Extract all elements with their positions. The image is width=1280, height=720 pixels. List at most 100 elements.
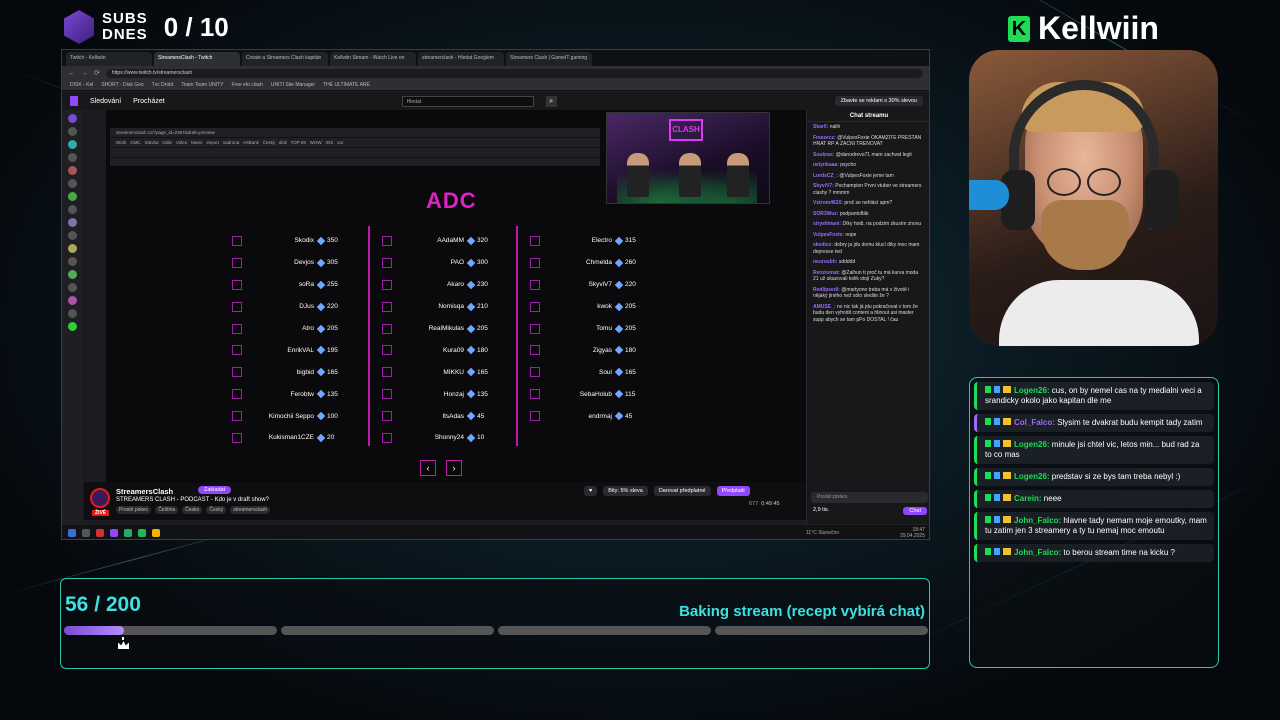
player-pick[interactable]: PAO 300 xyxy=(382,252,510,274)
browser-tab[interactable]: Streamers Clash | GameIT gaming xyxy=(506,52,592,66)
search-input[interactable]: Hledat xyxy=(401,95,534,107)
browser-tab[interactable]: streamerclash - Hledat Googlem xyxy=(418,52,504,66)
chat-send-button[interactable]: Chat xyxy=(903,507,927,515)
search-icon[interactable]: ⌕ xyxy=(545,95,557,107)
channel-avatar[interactable] xyxy=(67,179,77,188)
channel-avatar[interactable] xyxy=(67,231,77,240)
reload-icon[interactable]: ⟳ xyxy=(94,69,100,77)
player-pick[interactable]: Akaro 230 xyxy=(382,274,510,296)
bookmark[interactable]: DISK - Kel xyxy=(70,82,93,88)
player-pick[interactable]: Honzaj 135 xyxy=(382,383,510,405)
player-pick[interactable]: Shonny24 10 xyxy=(382,427,510,449)
tag[interactable]: Český xyxy=(206,506,227,514)
forward-icon[interactable]: → xyxy=(81,70,88,77)
channel-avatar[interactable] xyxy=(67,270,77,279)
bookmark[interactable]: THE ULTIMATE ARE xyxy=(323,82,370,88)
player-pick[interactable]: RealMikulas 205 xyxy=(382,318,510,340)
channel-avatar[interactable] xyxy=(90,488,110,508)
player-pick[interactable]: Electro 315 xyxy=(530,230,658,252)
player-pick[interactable]: AAdaMM 320 xyxy=(382,230,510,252)
chat-username[interactable]: LordsCZ_: xyxy=(813,173,838,179)
spotify-icon[interactable] xyxy=(138,529,146,537)
player-pick[interactable]: Chmelda 260 xyxy=(530,252,658,274)
twitch-app-icon[interactable] xyxy=(110,529,118,537)
player-pick[interactable]: Soul 165 xyxy=(530,361,658,383)
channel-avatar[interactable] xyxy=(67,205,77,214)
app-icon[interactable] xyxy=(124,529,132,537)
follow-button[interactable]: Zakladat xyxy=(198,486,232,494)
chat-username[interactable]: Redlipsedi: xyxy=(813,287,840,293)
browser-tab[interactable]: Create a Streamers Clash kapitán xyxy=(242,52,328,66)
clock[interactable]: 18:47 29.04.2025 xyxy=(900,527,925,539)
player-pick[interactable]: MIKKU 165 xyxy=(382,361,510,383)
browser-tab-active[interactable]: StreamersClash - Twitch xyxy=(154,52,240,66)
player-pick[interactable]: Nomisqa 210 xyxy=(382,296,510,318)
bookmark[interactable]: SHORT - Disk Goo xyxy=(101,82,143,88)
channel-avatar[interactable] xyxy=(67,153,77,162)
browser-tab[interactable]: Kellwiin Stream - Watch Live on xyxy=(330,52,416,66)
video-player[interactable]: streamersclash.cz/?page_id=2387&draft=pr… xyxy=(106,110,806,482)
chat-username[interactable]: Skar0: xyxy=(813,124,828,130)
player-pick[interactable]: Skodix 350 xyxy=(232,230,360,252)
channel-avatar[interactable] xyxy=(67,257,77,266)
player-pick[interactable]: soRa 255 xyxy=(232,274,360,296)
tag[interactable]: Česko xyxy=(182,506,203,514)
gift-sub-button[interactable]: Darovat předplatné xyxy=(653,486,711,496)
channel-points[interactable]: 2,9 tis. xyxy=(813,507,829,513)
browser-tab[interactable]: Twitch - Kellwiin xyxy=(66,52,152,66)
player-pick[interactable]: SkyviV7 220 xyxy=(530,274,658,296)
channel-avatar[interactable] xyxy=(67,192,77,201)
channel-avatar[interactable] xyxy=(67,322,77,331)
chat-username[interactable]: VulpesFoxie: xyxy=(813,232,844,238)
heart-icon[interactable]: ♥ xyxy=(584,486,598,496)
windows-start-icon[interactable] xyxy=(68,529,76,537)
next-page-button[interactable]: › xyxy=(446,460,462,476)
tag[interactable]: Čeština xyxy=(155,506,179,514)
bits-button[interactable]: Bity: 5% sleva xyxy=(603,486,648,496)
player-pick[interactable]: Kimochii Seppo 100 xyxy=(232,405,360,427)
chat-input[interactable]: Poslat zprávu xyxy=(811,492,928,503)
chat-username[interactable]: Vstrom4620: xyxy=(813,200,843,206)
chat-username[interactable]: Soukrax: xyxy=(813,152,834,158)
chat-username[interactable]: stryellmani: xyxy=(813,221,841,227)
subscribe-button[interactable]: Předplatit xyxy=(716,486,750,496)
channel-avatar[interactable] xyxy=(67,166,77,175)
search-icon[interactable] xyxy=(82,529,90,537)
channel-avatar[interactable] xyxy=(67,283,77,292)
player-pick[interactable]: EnrikVAL 195 xyxy=(232,339,360,361)
player-pick[interactable]: Tomu 205 xyxy=(530,318,658,340)
channel-avatar[interactable] xyxy=(67,244,77,253)
chat-username[interactable]: AMUSE_: xyxy=(813,304,836,310)
bookmark[interactable]: Free elo clash xyxy=(232,82,263,88)
ad-free-promo-button[interactable]: Zbavte se reklam s 30% slevou xyxy=(834,96,923,106)
chat-username[interactable]: SOR3Wuz: xyxy=(813,211,838,217)
twitch-logo-icon[interactable] xyxy=(70,96,78,106)
channel-avatar[interactable] xyxy=(67,296,77,305)
tag[interactable]: streamersclash xyxy=(230,506,271,514)
channel-avatar[interactable] xyxy=(67,218,77,227)
player-pick[interactable]: endrmaj 45 xyxy=(530,405,658,427)
player-pick[interactable]: Atro 205 xyxy=(232,318,360,340)
url-field[interactable]: https://www.twitch.tv/streamersclash xyxy=(105,68,923,78)
player-pick[interactable]: SebaHolub 115 xyxy=(530,383,658,405)
nav-following[interactable]: Sledování xyxy=(90,98,121,105)
chat-username[interactable]: Freezecz: xyxy=(813,135,836,141)
player-pick[interactable]: Devjos 305 xyxy=(232,252,360,274)
channel-avatar[interactable] xyxy=(67,140,77,149)
prev-page-button[interactable]: ‹ xyxy=(420,460,436,476)
tag[interactable]: Prostě pokec xyxy=(116,506,152,514)
back-icon[interactable]: ← xyxy=(68,70,75,77)
player-pick[interactable]: Zigyas 180 xyxy=(530,339,658,361)
player-pick[interactable]: kwok 205 xyxy=(530,296,658,318)
channel-name[interactable]: StreamersClash xyxy=(116,487,173,496)
player-pick[interactable]: Ferobtw 135 xyxy=(232,383,360,405)
player-pick[interactable]: DJus 220 xyxy=(232,296,360,318)
player-pick[interactable]: ItsAdas 45 xyxy=(382,405,510,427)
bookmark[interactable]: Tvc Drobt xyxy=(152,82,174,88)
chat-username[interactable]: neurosbh: xyxy=(813,259,837,265)
channel-avatar[interactable] xyxy=(67,309,77,318)
bookmark[interactable]: Team Team UNITY xyxy=(181,82,223,88)
weather[interactable]: 11°C Slunečno xyxy=(806,530,839,536)
player-pick[interactable]: bigbid 165 xyxy=(232,361,360,383)
app-icon[interactable] xyxy=(152,529,160,537)
